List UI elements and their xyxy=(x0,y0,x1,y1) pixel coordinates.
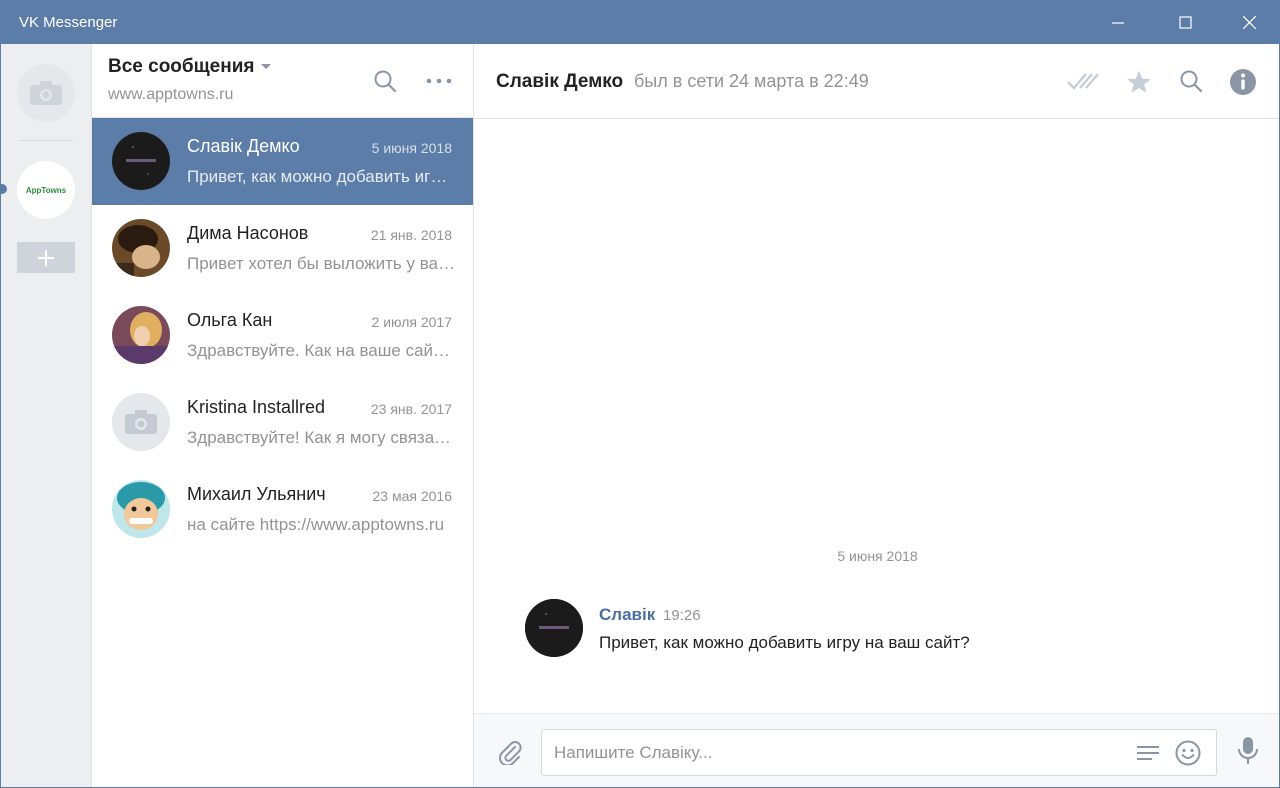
dialog-date: 23 янв. 2017 xyxy=(370,401,452,417)
date-separator: 5 июня 2018 xyxy=(837,548,918,564)
message-avatar[interactable] xyxy=(525,599,583,657)
maximize-button[interactable] xyxy=(1162,1,1208,44)
mark-read-button[interactable] xyxy=(1064,66,1104,96)
apptowns-logo: AppTowns xyxy=(25,185,67,195)
voice-message-button[interactable] xyxy=(1232,734,1264,768)
accounts-rail: AppTowns xyxy=(1,44,92,787)
dialog-item[interactable]: Kristina Installred 23 янв. 2017 Здравст… xyxy=(92,379,473,466)
chat-info-button[interactable] xyxy=(1227,66,1259,98)
avatar xyxy=(112,132,170,190)
close-button[interactable] xyxy=(1226,1,1272,44)
dialog-item[interactable]: Славік Демко 5 июня 2018 Привет, как мож… xyxy=(92,118,473,205)
message-composer xyxy=(474,713,1279,787)
lines-menu-icon xyxy=(1137,746,1159,760)
camera-icon xyxy=(125,410,157,434)
dialog-item[interactable]: Михаил Ульянич 23 мая 2016 на сайте http… xyxy=(92,466,473,553)
search-in-chat-button[interactable] xyxy=(1176,66,1206,96)
folder-title: Все сообщения xyxy=(108,56,255,77)
active-account-indicator xyxy=(1,184,7,194)
chat-header: Славік Демко был в сети 24 марта в 22:49 xyxy=(474,44,1279,119)
message-time: 19:26 xyxy=(663,607,701,624)
minimize-button[interactable] xyxy=(1095,1,1141,44)
more-options-button[interactable] xyxy=(422,66,456,96)
chat-peer-name[interactable]: Славік Демко xyxy=(496,71,623,93)
vk-messenger-window: VK Messenger AppTowns Все сообщения www.… xyxy=(0,0,1280,788)
dialog-date: 2 июля 2017 xyxy=(371,314,452,330)
close-icon xyxy=(1242,16,1256,29)
smiley-icon xyxy=(1175,740,1201,766)
double-check-icon xyxy=(1067,73,1099,90)
avatar-placeholder xyxy=(112,393,170,451)
dialog-preview: Здравствуйте. Как на ваше сайт добавить xyxy=(187,341,455,360)
account-apptowns[interactable]: AppTowns xyxy=(17,161,75,219)
favorite-button[interactable] xyxy=(1122,66,1156,98)
message-input-box xyxy=(541,729,1217,776)
avatar xyxy=(112,219,170,277)
search-icon xyxy=(1180,70,1203,93)
dialog-item[interactable]: Ольга Кан 2 июля 2017 Здравствуйте. Как … xyxy=(92,292,473,379)
account-placeholder[interactable] xyxy=(17,64,75,122)
minimize-icon xyxy=(1112,21,1124,24)
title-bar: VK Messenger xyxy=(1,1,1279,44)
dialog-name: Kristina Installred xyxy=(187,397,326,417)
more-dots-icon xyxy=(426,78,452,84)
avatar xyxy=(112,306,170,364)
folder-dropdown[interactable]: Все сообщения xyxy=(108,56,271,78)
dialog-name: Ольга Кан xyxy=(187,310,273,330)
plus-icon xyxy=(38,249,54,266)
message-input[interactable] xyxy=(554,730,1114,775)
dialog-preview: Здравствуйте! Как я могу связаться xyxy=(187,428,455,447)
message-author[interactable]: Славік xyxy=(599,605,655,625)
dialog-name: Славік Демко xyxy=(187,136,300,156)
dialog-name: Михаил Ульянич xyxy=(187,484,326,504)
search-dialogs-button[interactable] xyxy=(370,66,400,96)
rail-divider xyxy=(19,140,73,141)
templates-button[interactable] xyxy=(1134,740,1162,766)
camera-icon xyxy=(30,81,62,105)
paperclip-icon xyxy=(499,741,522,765)
window-title: VK Messenger xyxy=(19,14,118,31)
dialog-date: 23 мая 2016 xyxy=(372,488,453,504)
dialog-date: 5 июня 2018 xyxy=(371,140,452,156)
account-site: www.apptowns.ru xyxy=(108,86,234,103)
add-account-button[interactable] xyxy=(17,242,75,273)
chat-panel: Славік Демко был в сети 24 марта в 22:49… xyxy=(474,44,1279,787)
dialog-list-panel: Все сообщения www.apptowns.ru Славік Дем… xyxy=(92,44,474,787)
dialog-list-header: Все сообщения www.apptowns.ru xyxy=(92,44,473,118)
chevron-down-icon xyxy=(260,64,271,70)
attach-button[interactable] xyxy=(494,736,526,768)
dialog-preview: Привет, как можно добавить игру на ваш с… xyxy=(187,167,455,186)
dialog-item[interactable]: Дима Насонов 21 янв. 2018 Привет хотел б… xyxy=(92,205,473,292)
emoji-button[interactable] xyxy=(1173,738,1203,768)
chat-peer-status: был в сети 24 марта в 22:49 xyxy=(634,71,869,91)
dialog-name: Дима Насонов xyxy=(187,223,309,243)
star-icon xyxy=(1127,70,1151,93)
dialog-date: 21 янв. 2018 xyxy=(370,227,452,243)
maximize-icon xyxy=(1178,16,1192,29)
avatar xyxy=(112,480,170,538)
dialog-preview: Привет хотел бы выложить у вас игру xyxy=(187,254,455,273)
message-text: Привет, как можно добавить игру на ваш с… xyxy=(599,633,970,652)
microphone-icon xyxy=(1238,737,1258,764)
info-icon xyxy=(1230,69,1256,95)
search-icon xyxy=(374,70,397,93)
dialog-preview: на сайте https://www.apptowns.ru xyxy=(187,515,445,534)
